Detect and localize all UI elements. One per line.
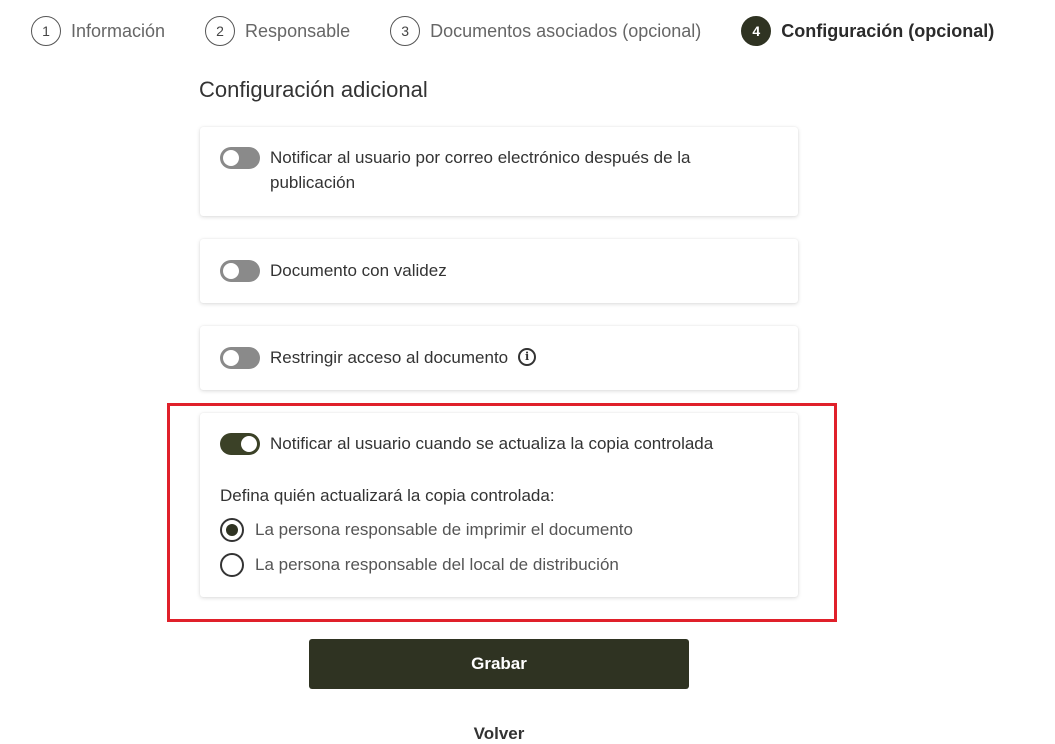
radio-option-distribution-responsible[interactable]: La persona responsable del local de dist… bbox=[220, 553, 619, 577]
step-label: Documentos asociados (opcional) bbox=[430, 20, 702, 41]
toggle-row: Notificar al usuario por correo electrón… bbox=[220, 127, 778, 195]
step-configuracion[interactable]: 4 Configuración (opcional) bbox=[741, 16, 994, 46]
toggle-knob bbox=[223, 263, 239, 279]
toggle-label: Notificar al usuario por correo electrón… bbox=[270, 148, 691, 192]
restrict-access-toggle[interactable] bbox=[220, 347, 260, 369]
step-label: Configuración (opcional) bbox=[781, 20, 995, 41]
info-circle-icon[interactable]: i bbox=[518, 347, 537, 366]
toggle-label: Documento con validez bbox=[270, 261, 447, 280]
controlled-copy-toggle[interactable] bbox=[220, 433, 260, 455]
setting-card-controlled-copy: Notificar al usuario cuando se actualiza… bbox=[200, 413, 798, 597]
step-number: 3 bbox=[390, 16, 421, 46]
toggle-label: Notificar al usuario cuando se actualiza… bbox=[270, 434, 714, 453]
step-documentos-asociados[interactable]: 3 Documentos asociados (opcional) bbox=[390, 16, 701, 46]
toggle-label: Restringir acceso al documento i bbox=[270, 345, 537, 370]
radio-option-print-responsible[interactable]: La persona responsable de imprimir el do… bbox=[220, 518, 633, 542]
toggle-label-text: Restringir acceso al documento bbox=[270, 348, 509, 367]
setting-card-notify-email: Notificar al usuario por correo electrón… bbox=[200, 127, 798, 216]
radio-label: La persona responsable de imprimir el do… bbox=[255, 520, 633, 539]
step-number: 4 bbox=[741, 16, 772, 46]
step-informacion[interactable]: 1 Información bbox=[31, 16, 165, 46]
toggle-row: Documento con validez bbox=[220, 239, 778, 283]
step-responsable[interactable]: 2 Responsable bbox=[205, 16, 350, 46]
step-label: Información bbox=[71, 20, 166, 41]
stepper: 1 Información 2 Responsable 3 Documentos… bbox=[31, 15, 1034, 47]
radio-button[interactable] bbox=[220, 518, 244, 542]
radio-button[interactable] bbox=[220, 553, 244, 577]
setting-card-document-validity: Documento con validez bbox=[200, 239, 798, 303]
toggle-knob bbox=[223, 350, 239, 366]
document-validity-toggle[interactable] bbox=[220, 260, 260, 282]
save-button[interactable]: Grabar bbox=[309, 639, 689, 689]
radio-label: La persona responsable del local de dist… bbox=[255, 555, 619, 574]
toggle-knob bbox=[223, 150, 239, 166]
step-number: 1 bbox=[31, 16, 61, 46]
toggle-row: Restringir acceso al documento i bbox=[220, 326, 778, 370]
notify-email-toggle[interactable] bbox=[220, 147, 260, 169]
toggle-row: Notificar al usuario cuando se actualiza… bbox=[220, 413, 778, 456]
controlled-copy-prompt: Defina quién actualizará la copia contro… bbox=[220, 486, 555, 505]
step-label: Responsable bbox=[245, 20, 351, 41]
back-link[interactable]: Volver bbox=[309, 724, 689, 744]
section-title: Configuración adicional bbox=[199, 77, 428, 102]
setting-card-restrict-access: Restringir acceso al documento i bbox=[200, 326, 798, 390]
toggle-knob bbox=[241, 436, 257, 452]
step-number: 2 bbox=[205, 16, 236, 46]
